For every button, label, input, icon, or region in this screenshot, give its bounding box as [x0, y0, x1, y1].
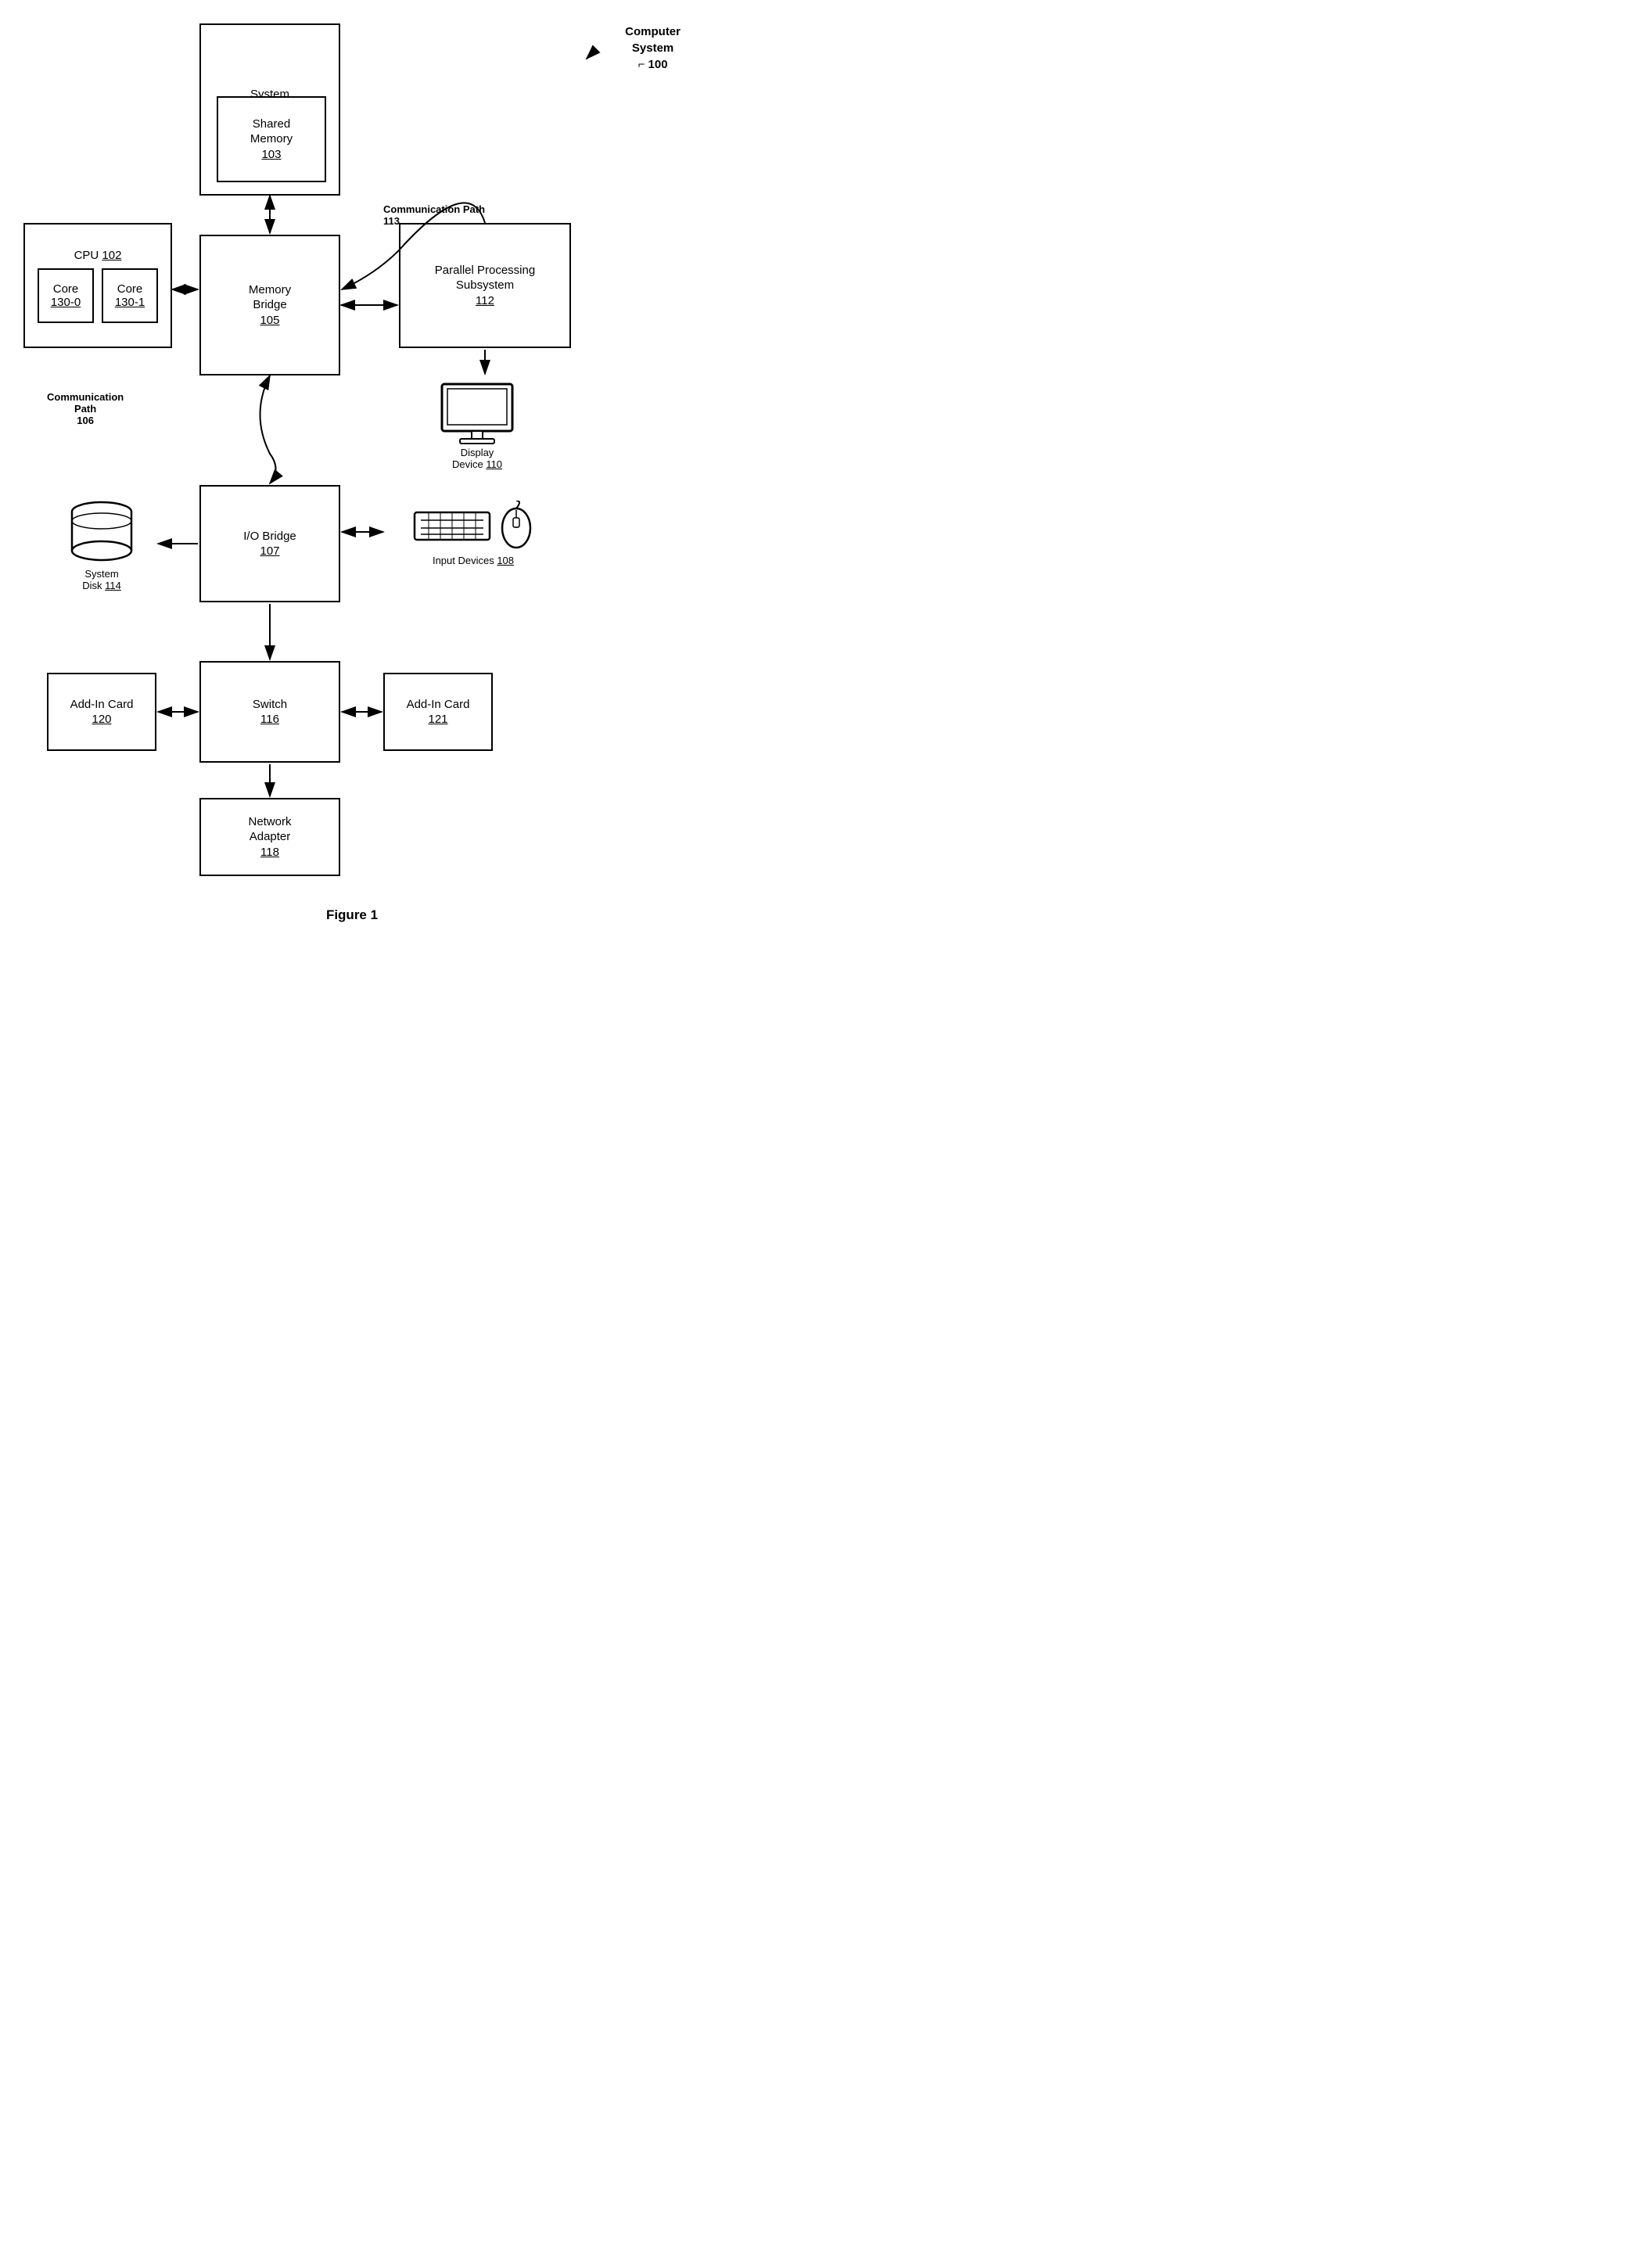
figure-caption: Figure 1	[0, 907, 704, 939]
input-devices-area: Input Devices 108	[383, 501, 563, 579]
parallel-processing-box: Parallel ProcessingSubsystem112	[399, 223, 571, 348]
system-disk-area: SystemDisk 114	[47, 493, 156, 595]
core-0-label: Core130-0	[51, 282, 81, 309]
keyboard-icon	[413, 508, 491, 544]
core-1-box: Core130-1	[102, 268, 158, 323]
memory-bridge-box: MemoryBridge105	[199, 235, 340, 375]
diagram-arrows	[0, 0, 704, 900]
io-bridge-box: I/O Bridge107	[199, 485, 340, 602]
memory-bridge-label: MemoryBridge105	[249, 282, 291, 329]
comm-path-106-label: CommunicationPath106	[47, 391, 124, 426]
core-0-box: Core130-0	[38, 268, 94, 323]
comm-path-113-label: Communication Path113	[383, 203, 485, 227]
parallel-processing-label: Parallel ProcessingSubsystem112	[435, 263, 535, 309]
network-adapter-box: NetworkAdapter118	[199, 798, 340, 876]
addin-card-120-label: Add-In Card120	[70, 697, 134, 727]
display-device-area: DisplayDevice 110	[415, 375, 540, 477]
addin-card-121-label: Add-In Card121	[407, 697, 470, 727]
addin-card-120-box: Add-In Card120	[47, 673, 156, 751]
network-adapter-label: NetworkAdapter118	[248, 814, 291, 860]
switch-box: Switch116	[199, 661, 340, 763]
cpu-box: CPU 102 Core130-0 Core130-1	[23, 223, 172, 348]
io-bridge-label: I/O Bridge107	[243, 529, 296, 559]
system-disk-icon	[66, 496, 137, 566]
display-device-icon	[438, 383, 516, 445]
addin-card-121-box: Add-In Card121	[383, 673, 493, 751]
system-memory-box: SystemMemory104 SharedMemory103	[199, 23, 340, 196]
shared-memory-box: SharedMemory103	[217, 96, 326, 182]
shared-memory-label: SharedMemory103	[250, 117, 293, 163]
core-1-label: Core130-1	[115, 282, 145, 309]
computer-system-label: ComputerSystem⌐ 100	[625, 23, 681, 73]
mouse-icon	[499, 501, 534, 551]
switch-label: Switch116	[253, 697, 287, 727]
